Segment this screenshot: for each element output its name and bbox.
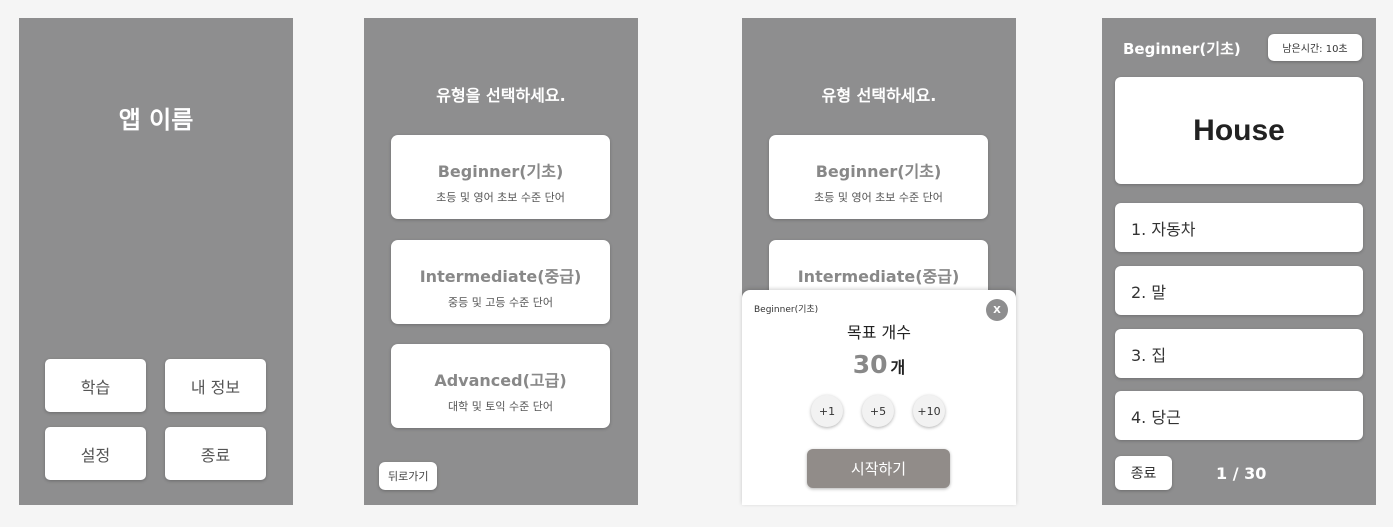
goal-heading: 유형 선택하세요. — [821, 86, 937, 105]
settings-button[interactable]: 설정 — [45, 427, 146, 480]
close-icon[interactable]: X — [986, 299, 1008, 321]
level-card-beginner[interactable]: Beginner(기초) 초등 및 영어 초보 수준 단어 — [391, 135, 610, 219]
level-card-advanced[interactable]: Advanced(고급) 대학 및 토익 수준 단어 — [391, 344, 610, 428]
increment-1-button[interactable]: +1 — [811, 395, 843, 427]
study-button[interactable]: 학습 — [45, 359, 146, 412]
goal-screen: 유형 선택하세요. Beginner(기초) 초등 및 영어 초보 수준 단어 … — [742, 18, 1016, 505]
level-card-intermediate[interactable]: Intermediate(중급) 중등 및 고등 수준 단어 — [391, 240, 610, 324]
back-button[interactable]: 뒤로가기 — [379, 462, 438, 490]
home-screen: 앱 이름 학습 내 정보 설정 종료 — [19, 18, 293, 505]
modal-level-label: Beginner(기초) — [754, 305, 819, 315]
quiz-screen: Beginner(기초) 남은시간: 10초 House 1. 자동차 2. 말… — [1102, 18, 1376, 505]
answer-option-4[interactable]: 4. 당근 — [1115, 391, 1363, 440]
quiz-progress: 1 / 30 — [1216, 464, 1267, 483]
level-card-beginner[interactable]: Beginner(기초) 초등 및 영어 초보 수준 단어 — [769, 135, 988, 219]
level-title: Intermediate(중급) — [419, 267, 582, 286]
app-name: 앱 이름 — [118, 106, 194, 134]
my-info-button[interactable]: 내 정보 — [165, 359, 266, 412]
increment-10-button[interactable]: +10 — [913, 395, 945, 427]
level-title: Advanced(고급) — [434, 371, 567, 390]
level-title: Beginner(기초) — [437, 162, 564, 181]
goal-modal: Beginner(기초) X 목표 개수 30 개 +1 +5 +10 시작하기 — [742, 290, 1016, 505]
quiz-word: House — [1115, 77, 1363, 184]
answer-option-2[interactable]: 2. 말 — [1115, 266, 1363, 315]
level-desc: 중등 및 고등 수준 단어 — [447, 296, 554, 309]
level-title: Beginner(기초) — [815, 162, 942, 181]
level-desc: 초등 및 영어 초보 수준 단어 — [436, 191, 565, 204]
level-desc: 초등 및 영어 초보 수준 단어 — [814, 191, 943, 204]
exit-button[interactable]: 종료 — [165, 427, 266, 480]
goal-count: 30 — [852, 350, 888, 379]
increment-5-button[interactable]: +5 — [862, 395, 894, 427]
level-title: Intermediate(중급) — [797, 267, 960, 286]
start-button[interactable]: 시작하기 — [807, 449, 950, 488]
answer-option-1[interactable]: 1. 자동차 — [1115, 203, 1363, 252]
select-heading: 유형을 선택하세요. — [436, 86, 566, 105]
level-select-screen: 유형을 선택하세요. Beginner(기초) 초등 및 영어 초보 수준 단어… — [364, 18, 638, 505]
goal-count-display: 30 개 — [742, 350, 1016, 379]
modal-title: 목표 개수 — [847, 323, 911, 342]
level-desc: 대학 및 토익 수준 단어 — [447, 400, 554, 413]
timer-badge: 남은시간: 10초 — [1268, 34, 1362, 61]
quiz-level-label: Beginner(기초) — [1123, 40, 1241, 58]
answer-option-3[interactable]: 3. 집 — [1115, 329, 1363, 378]
goal-unit: 개 — [890, 358, 906, 377]
quit-button[interactable]: 종료 — [1115, 456, 1172, 490]
